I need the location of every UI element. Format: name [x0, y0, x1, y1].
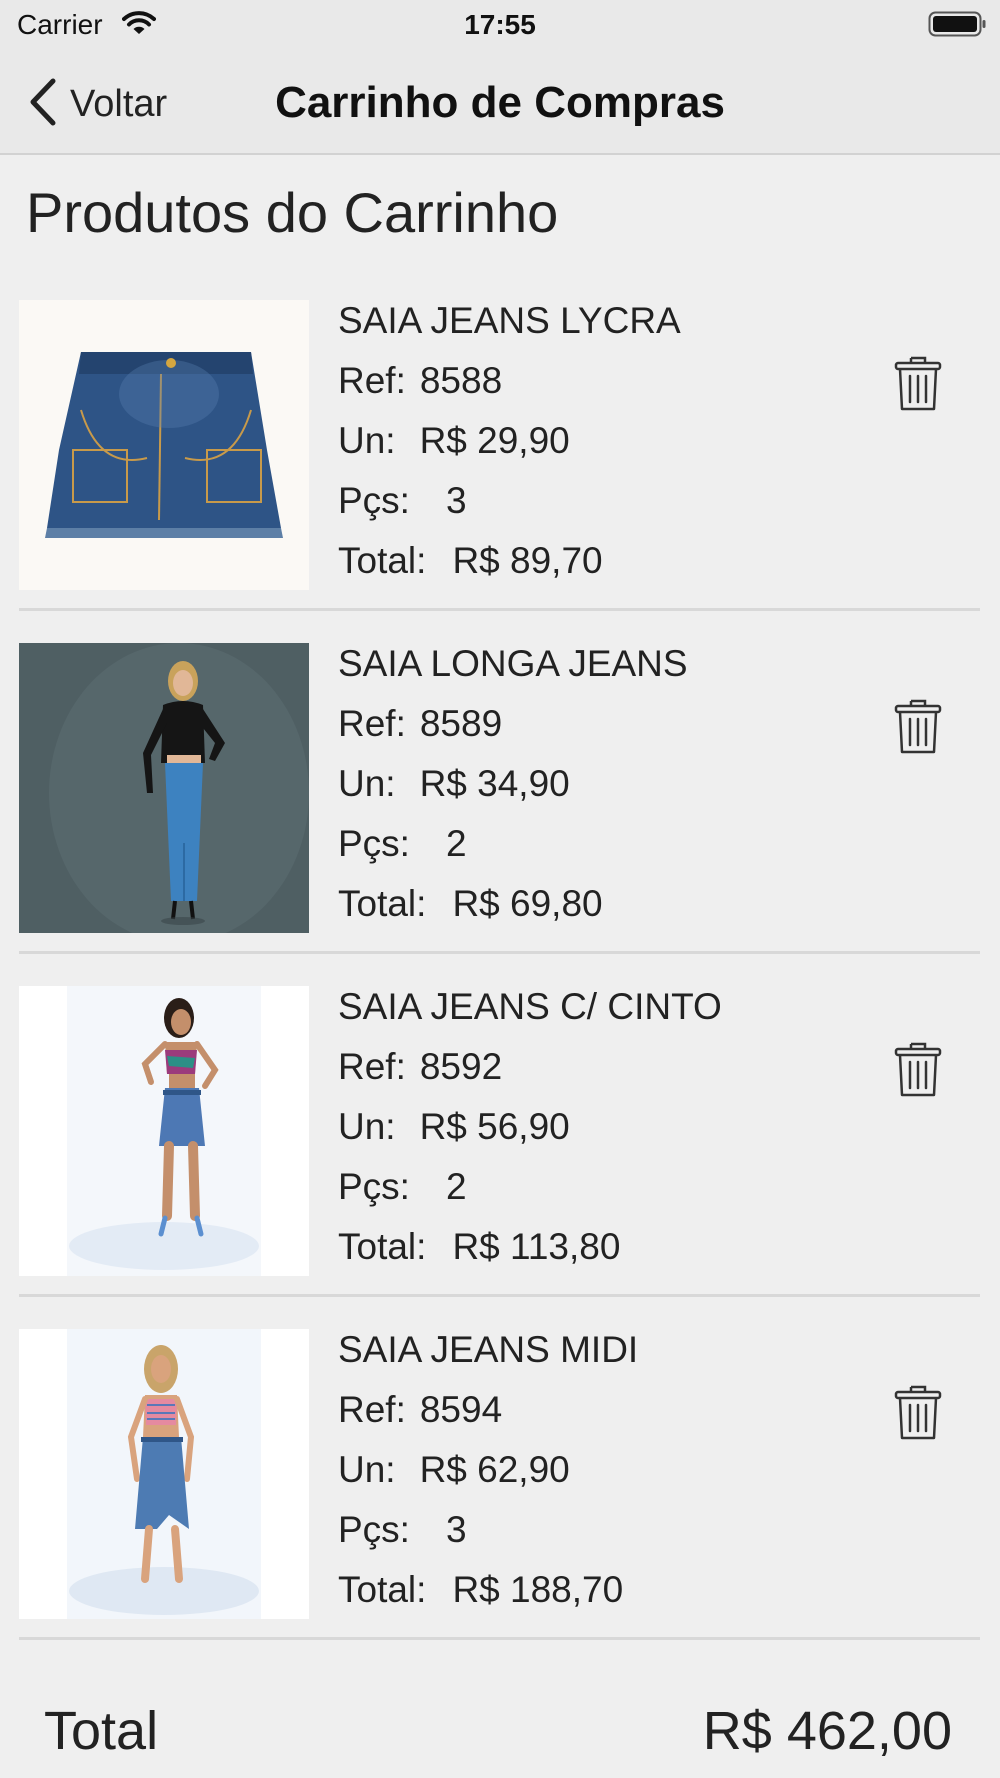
total-value: R$ 69,80 — [452, 883, 603, 924]
pieces-value: 2 — [445, 823, 467, 864]
ref-label: Ref: — [338, 1389, 406, 1430]
pieces-value: 3 — [445, 1509, 467, 1550]
product-name: SAIA JEANS MIDI — [338, 1329, 639, 1370]
unit-label: Un: — [338, 763, 396, 804]
pieces-label: Pçs: — [338, 823, 410, 864]
product-info: SAIA JEANS MIDI Ref: 8594 Un: R$ 62,90 Pçs… — [338, 1327, 638, 1627]
list-item: SAIA JEANS MIDI Ref: 8594 Un: R$ 62,90 Pçs… — [0, 1327, 1000, 1670]
product-image-model-long-denim-skirt — [19, 643, 309, 933]
product-image-denim-mini-skirt — [19, 300, 309, 590]
product-info: SAIA JEANS LYCRA Ref: 8588 Un: R$ 29,90 Pç… — [338, 298, 681, 598]
trash-icon[interactable] — [893, 1039, 943, 1099]
row-divider — [19, 951, 980, 954]
total-value: R$ 188,70 — [452, 1569, 624, 1610]
ref-value: 8594 — [419, 1389, 503, 1430]
cart-total-value: R$ 462,00 — [702, 1701, 952, 1761]
product-name: SAIA JEANS LYCRA — [338, 300, 681, 341]
product-pieces: Pçs: 2 — [338, 1164, 722, 1224]
ref-value: 8589 — [419, 703, 503, 744]
ref-label: Ref: — [338, 1046, 406, 1087]
total-label: Total: — [338, 540, 427, 581]
product-info: SAIA JEANS C/ CINTO Ref: 8592 Un: R$ 56,90… — [338, 984, 722, 1284]
unit-label: Un: — [338, 1106, 396, 1147]
total-value: R$ 113,80 — [452, 1226, 621, 1267]
product-image-model-denim-skirt-belt — [19, 986, 309, 1276]
ref-value: 8588 — [419, 360, 503, 401]
product-pieces: Pçs: 3 — [338, 478, 681, 538]
total-label: Total: — [338, 883, 427, 924]
trash-icon[interactable] — [893, 696, 943, 756]
trash-icon[interactable] — [893, 1382, 943, 1442]
product-unit-price: Un: R$ 56,90 — [338, 1104, 722, 1164]
row-divider — [19, 1637, 980, 1640]
status-bar: Carrier 17:55 — [0, 0, 1000, 52]
unit-price-value: R$ 56,90 — [419, 1106, 570, 1147]
unit-price-value: R$ 29,90 — [419, 420, 570, 461]
product-unit-price: Un: R$ 34,90 — [338, 761, 688, 821]
row-divider — [19, 1294, 980, 1297]
pieces-label: Pçs: — [338, 480, 410, 521]
total-value: R$ 89,70 — [452, 540, 603, 581]
navigation-bar: Voltar Carrinho de Compras — [0, 52, 1000, 155]
pieces-label: Pçs: — [338, 1166, 410, 1207]
pieces-value: 3 — [445, 480, 467, 521]
product-unit-price: Un: R$ 62,90 — [338, 1447, 638, 1507]
product-list: SAIA JEANS LYCRA Ref: 8588 Un: R$ 29,90 Pç… — [0, 298, 1000, 1670]
total-label: Total: — [338, 1569, 427, 1610]
product-total: Total: R$ 69,80 — [338, 881, 688, 941]
list-item: SAIA JEANS LYCRA Ref: 8588 Un: R$ 29,90 Pç… — [0, 298, 1000, 641]
page-title: Carrinho de Compras — [275, 78, 725, 127]
product-name: SAIA JEANS C/ CINTO — [338, 986, 722, 1027]
product-pieces: Pçs: 2 — [338, 821, 688, 881]
product-pieces: Pçs: 3 — [338, 1507, 638, 1567]
product-total: Total: R$ 113,80 — [338, 1224, 722, 1284]
unit-label: Un: — [338, 1449, 396, 1490]
product-info: SAIA LONGA JEANS Ref: 8589 Un: R$ 34,90 Pç… — [338, 641, 688, 941]
list-item: SAIA LONGA JEANS Ref: 8589 Un: R$ 34,90 Pç… — [0, 641, 1000, 984]
status-time: 17:55 — [464, 9, 536, 40]
product-ref: Ref: 8588 — [338, 358, 681, 418]
row-divider — [19, 608, 980, 611]
product-ref: Ref: 8594 — [338, 1387, 638, 1447]
unit-price-value: R$ 62,90 — [419, 1449, 570, 1490]
ref-label: Ref: — [338, 360, 406, 401]
total-label: Total: — [338, 1226, 427, 1267]
unit-price-value: R$ 34,90 — [419, 763, 570, 804]
battery-icon — [928, 10, 988, 43]
list-item: SAIA JEANS C/ CINTO Ref: 8592 Un: R$ 56,90… — [0, 984, 1000, 1327]
trash-icon[interactable] — [893, 353, 943, 413]
product-ref: Ref: 8592 — [338, 1044, 722, 1104]
ref-value: 8592 — [419, 1046, 503, 1087]
product-total: Total: R$ 89,70 — [338, 538, 681, 598]
product-image-model-midi-denim-skirt — [19, 1329, 309, 1619]
pieces-value: 2 — [445, 1166, 467, 1207]
product-total: Total: R$ 188,70 — [338, 1567, 638, 1627]
pieces-label: Pçs: — [338, 1509, 410, 1550]
product-name: SAIA LONGA JEANS — [338, 643, 688, 684]
ref-label: Ref: — [338, 703, 406, 744]
cart-total-label: Total — [44, 1701, 159, 1761]
product-unit-price: Un: R$ 29,90 — [338, 418, 681, 478]
unit-label: Un: — [338, 420, 396, 461]
section-title: Produtos do Carrinho — [26, 181, 559, 244]
product-ref: Ref: 8589 — [338, 701, 688, 761]
